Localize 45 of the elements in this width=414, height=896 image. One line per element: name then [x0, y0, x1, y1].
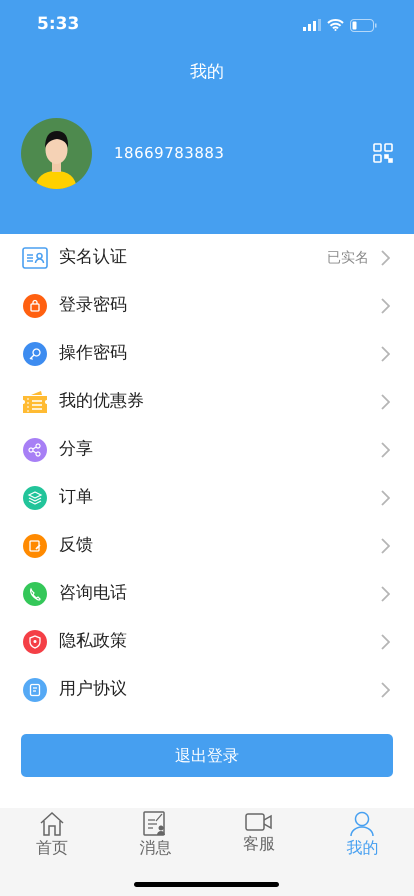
menu-label: 分享	[59, 438, 94, 462]
menu-item[interactable]: 用户协议	[0, 666, 414, 714]
chevron-right-icon	[381, 586, 390, 602]
menu-label: 订单	[59, 486, 94, 510]
battery-icon	[350, 18, 377, 32]
chevron-right-icon	[381, 634, 390, 650]
menu-label: 实名认证	[59, 246, 128, 270]
menu-item[interactable]: 登录密码	[0, 282, 414, 330]
menu-item[interactable]: 分享	[0, 426, 414, 474]
status-label: 已实名	[327, 248, 369, 268]
menu-item[interactable]: 订单	[0, 474, 414, 522]
status-time: 5:33	[37, 13, 80, 36]
chevron-right-icon	[381, 394, 390, 410]
chevron-right-icon	[381, 346, 390, 362]
menu-item[interactable]: 我的优惠券	[0, 378, 414, 426]
tab[interactable]: 首页	[0, 811, 104, 859]
menu-label: 操作密码	[59, 342, 128, 366]
tab[interactable]: 客服	[207, 811, 310, 855]
menu-label: 咨询电话	[59, 582, 128, 606]
qr-code-icon[interactable]	[373, 143, 393, 163]
menu-label: 登录密码	[59, 294, 128, 318]
menu-label: 用户协议	[59, 678, 128, 702]
video-camera-icon	[244, 811, 273, 833]
menu-item[interactable]: 实名认证 已实名	[0, 234, 414, 282]
menu-item[interactable]: 反馈	[0, 522, 414, 570]
menu-item[interactable]: 咨询电话	[0, 570, 414, 618]
phone-number: 18669783883	[114, 142, 226, 164]
home-icon	[38, 811, 65, 837]
chevron-right-icon	[381, 298, 390, 314]
signal-icon	[303, 19, 321, 31]
menu-label: 隐私政策	[59, 630, 128, 654]
chevron-right-icon	[381, 250, 390, 266]
chevron-right-icon	[381, 442, 390, 458]
tab[interactable]: 消息	[104, 811, 207, 859]
chevron-right-icon	[381, 490, 390, 506]
menu-item[interactable]: 操作密码	[0, 330, 414, 378]
wifi-icon	[327, 19, 344, 31]
menu-label: 反馈	[59, 534, 94, 558]
message-list-icon	[143, 811, 168, 837]
chevron-right-icon	[381, 538, 390, 554]
user-icon	[349, 811, 376, 837]
menu-item[interactable]: 隐私政策	[0, 618, 414, 666]
chevron-right-icon	[381, 682, 390, 698]
menu-label: 我的优惠券	[59, 390, 145, 414]
page-title: 我的	[190, 61, 224, 84]
